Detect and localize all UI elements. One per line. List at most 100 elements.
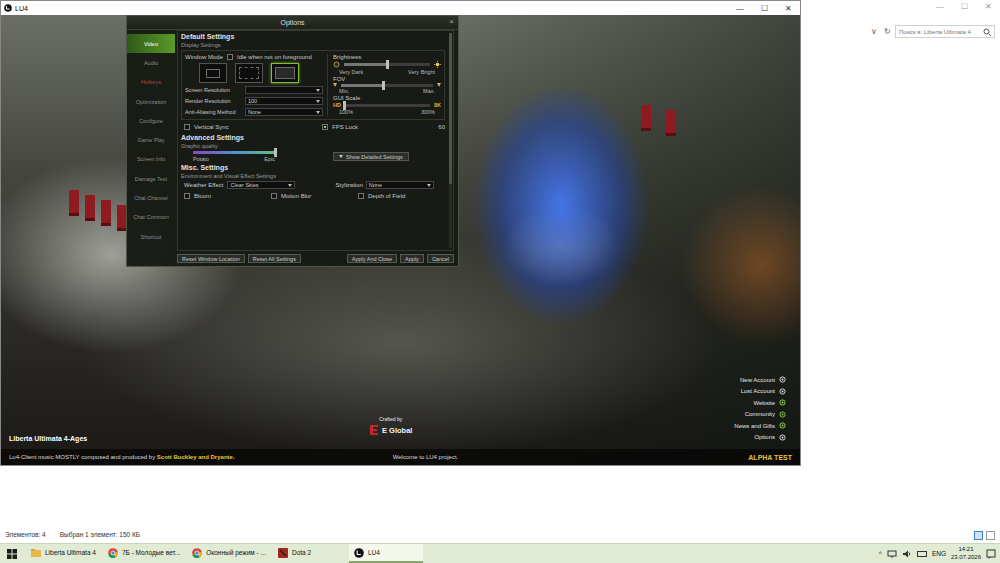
launcher-menu-item[interactable]: Options [754, 432, 786, 444]
apply-button[interactable]: Apply [400, 254, 424, 263]
details-view-icon[interactable] [974, 531, 983, 540]
window-mode-option[interactable] [199, 63, 227, 83]
slider-knob[interactable] [382, 81, 385, 90]
clock[interactable]: 14:2123.07.2026 [951, 546, 981, 560]
dropdown-label: Render Resolution [185, 98, 243, 104]
slider-knob[interactable] [386, 60, 389, 69]
checkbox[interactable] [184, 193, 190, 199]
slider-min: 100% [339, 109, 353, 115]
search-box[interactable] [895, 25, 995, 38]
tab-label: Configure [139, 118, 163, 124]
slider-line: HD8K [333, 102, 441, 108]
gifts-icon [779, 422, 786, 429]
taskbar-app[interactable]: LU4 [349, 544, 423, 563]
options-tab[interactable]: Video [127, 34, 175, 53]
options-tab[interactable]: Chat Common [127, 208, 175, 227]
options-tab[interactable]: Chat Channel [127, 188, 175, 207]
tab-label: Damage Text [135, 176, 167, 182]
reset-window-button[interactable]: Reset Window Location [177, 254, 245, 263]
game-window: LU4—☐✕Options×VideoAudioHotkeysOptimizat… [0, 0, 801, 466]
launcher-menu-item[interactable]: New Account [740, 374, 786, 386]
apply-close-button[interactable]: Apply And Close [347, 254, 397, 263]
cancel-button[interactable]: Cancel [427, 254, 454, 263]
dropdown[interactable]: None [366, 181, 434, 189]
language-indicator[interactable]: ENG [932, 550, 946, 557]
options-sidebar: VideoAudioHotkeysOptimization Configure Ga… [127, 30, 175, 266]
display-left: Window ModeIdle when not on foregroundSc… [185, 54, 323, 116]
checkbox[interactable] [227, 54, 233, 60]
window-controls: —☐✕ [728, 1, 800, 15]
options-tab[interactable]: Optimization [127, 92, 175, 111]
options-tab[interactable]: Hotkeys [127, 73, 175, 92]
website-icon [779, 399, 786, 406]
tray-expand-button[interactable]: ^ [879, 550, 882, 557]
slider-setting: BrightnessVery DarkVery Bright [333, 54, 441, 75]
close-button[interactable]: × [449, 17, 454, 26]
slider-knob[interactable] [274, 148, 277, 157]
minimize-button[interactable]: — [728, 1, 752, 15]
banner [85, 195, 95, 221]
dropdown[interactable]: None [245, 108, 323, 116]
scrollbar-thumb[interactable] [449, 33, 452, 184]
maximize-button[interactable]: ☐ [952, 0, 976, 13]
reset-all-button[interactable]: Reset All Settings [248, 254, 301, 263]
close-button[interactable]: ✕ [976, 0, 1000, 13]
slider-track[interactable] [345, 104, 430, 107]
dropdown[interactable] [245, 86, 323, 94]
options-tab[interactable]: Game Play [127, 130, 175, 149]
taskbar-app[interactable]: Dota 2 [273, 544, 347, 563]
slider-line [333, 61, 441, 68]
checkbox[interactable] [322, 124, 328, 130]
taskbar-app-label: LU4 [368, 549, 380, 556]
history-dropdown[interactable]: ∨ [869, 27, 879, 36]
graphic-quality-row: PotatoEpicShow Detailed Settings [181, 151, 445, 162]
refresh-button[interactable]: ↻ [882, 27, 892, 36]
taskbar-app[interactable]: 7Б - Молодые вет... [103, 544, 185, 563]
banner [101, 200, 111, 226]
slider-label: GUI Scale [333, 95, 441, 101]
checkbox[interactable] [271, 193, 277, 199]
options-tab[interactable]: Damage Text [127, 169, 175, 188]
options-tab[interactable]: Shortcut [127, 227, 175, 246]
slider-track[interactable] [341, 84, 433, 87]
slider-knob[interactable] [343, 101, 346, 110]
tiles-view-icon[interactable] [986, 531, 995, 540]
options-tab[interactable]: Configure [127, 111, 175, 130]
maximize-button[interactable]: ☐ [752, 1, 776, 15]
lu4-icon [354, 548, 364, 558]
scrollbar[interactable] [449, 33, 452, 248]
effect-check: Depth of Field [358, 193, 445, 199]
options-tab[interactable]: Audio [127, 53, 175, 72]
options-tab[interactable]: Screen Info [127, 150, 175, 169]
checkbox[interactable] [184, 124, 190, 130]
checkbox[interactable] [358, 193, 364, 199]
slider-track[interactable] [344, 63, 430, 66]
taskbar-app[interactable]: Liberta Ultimata 4 [26, 544, 101, 563]
slider-line [333, 83, 441, 87]
taskbar-app-label: Liberta Ultimata 4 [45, 549, 96, 556]
search-input[interactable] [899, 29, 981, 35]
show-details-button[interactable]: Show Detailed Settings [333, 152, 409, 161]
launcher-menu-item[interactable]: Community [745, 409, 786, 421]
expand-arrow-icon [339, 155, 343, 158]
window-mode-option[interactable] [271, 63, 299, 83]
slider-range: 100%300% [333, 109, 441, 115]
dropdown[interactable]: 100 [245, 97, 323, 105]
menu-label: News and Gifts [734, 423, 775, 429]
launcher-menu-item[interactable]: News and Gifts [734, 420, 786, 432]
game-title: Liberta Ultimata 4-Ages [9, 435, 87, 442]
launcher-menu-item[interactable]: Lost Account [741, 386, 786, 398]
launcher-menu-item[interactable]: Website [753, 397, 786, 409]
options-icon [779, 434, 786, 441]
button-label: Show Detailed Settings [346, 154, 403, 160]
slider-track[interactable] [193, 151, 275, 154]
window-mode-option[interactable] [235, 63, 263, 83]
community-icon [779, 411, 786, 418]
close-button[interactable]: ✕ [776, 1, 800, 15]
menu-label: New Account [740, 377, 775, 383]
taskbar-app[interactable]: Оконный режим - ... [187, 544, 271, 563]
dropdown[interactable]: Clear Skies [227, 181, 295, 189]
fps-lock-value[interactable]: 60 [438, 124, 445, 130]
start-button[interactable] [0, 544, 24, 563]
minimize-button[interactable]: — [928, 0, 952, 13]
